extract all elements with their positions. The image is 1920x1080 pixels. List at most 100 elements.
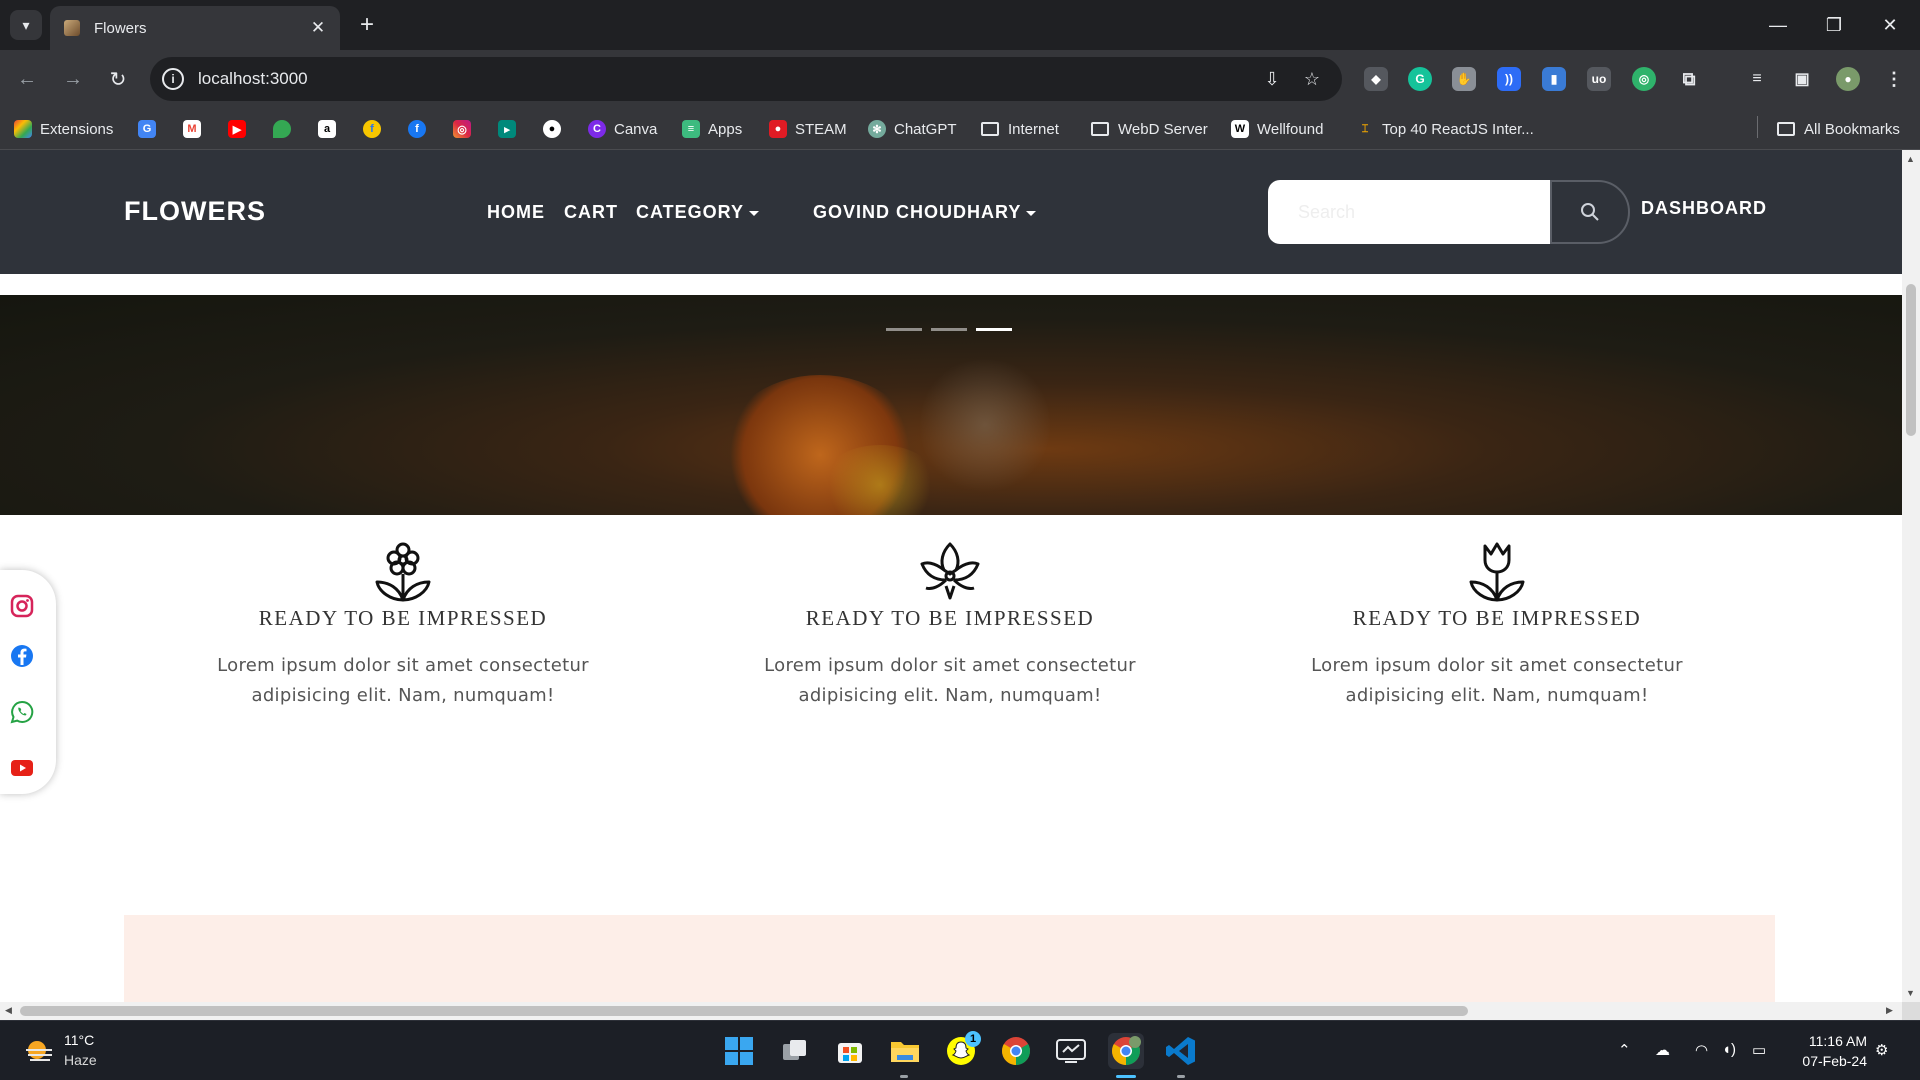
ublock-icon[interactable]: uo bbox=[1587, 67, 1611, 91]
carousel-indicator-2[interactable] bbox=[931, 328, 967, 331]
close-window-button[interactable]: ✕ bbox=[1862, 0, 1918, 50]
bookmark-folder-webd-server[interactable]: WebD Server bbox=[1091, 118, 1208, 140]
maps-icon bbox=[273, 120, 291, 138]
carousel-indicator-1[interactable] bbox=[886, 328, 922, 331]
horizontal-scrollbar[interactable]: ◀ ▶ bbox=[0, 1002, 1902, 1020]
flipkart-icon: f bbox=[363, 120, 381, 138]
file-explorer-icon[interactable] bbox=[887, 1033, 923, 1069]
media-controls-icon[interactable]: ≡ bbox=[1745, 67, 1769, 91]
scroll-left-icon[interactable]: ◀ bbox=[5, 1005, 12, 1016]
address-bar[interactable]: i localhost:3000 ⇩ ☆ bbox=[150, 57, 1342, 101]
search-button[interactable] bbox=[1550, 180, 1630, 244]
tab-search-button[interactable]: ▾ bbox=[10, 10, 42, 40]
url-text[interactable]: localhost:3000 bbox=[198, 69, 308, 89]
weather-haze-icon[interactable] bbox=[24, 1037, 54, 1065]
chrome-menu-icon[interactable]: ⋮ bbox=[1882, 67, 1906, 91]
bookmark-folder-internet[interactable]: Internet bbox=[981, 118, 1059, 140]
task-view-icon[interactable] bbox=[777, 1033, 813, 1069]
site-info-icon[interactable]: i bbox=[162, 68, 184, 90]
restore-button[interactable]: ❐ bbox=[1806, 0, 1862, 50]
chrome-icon[interactable] bbox=[998, 1033, 1034, 1069]
reload-button[interactable]: ↻ bbox=[103, 64, 133, 94]
bookmark-wellfound[interactable]: W Wellfound bbox=[1231, 118, 1323, 140]
bookmark-maps[interactable] bbox=[273, 118, 299, 140]
active-indicator bbox=[1116, 1075, 1136, 1078]
bookmark-youtube[interactable]: ▶ bbox=[228, 118, 254, 140]
bookmark-extensions[interactable]: Extensions bbox=[14, 118, 113, 140]
bookmark-star-icon[interactable]: ☆ bbox=[1300, 67, 1324, 91]
extensions-puzzle-icon[interactable]: ⧉ bbox=[1677, 67, 1701, 91]
bookmark-apps[interactable]: ≡ Apps bbox=[682, 118, 742, 140]
carousel-indicator-3[interactable] bbox=[976, 328, 1012, 331]
bookmark-gmail[interactable]: M bbox=[183, 118, 209, 140]
vertical-scrollbar[interactable]: ▲ ▼ bbox=[1902, 150, 1920, 1002]
nav-user-dropdown[interactable]: GOVIND CHOUDHARY bbox=[813, 202, 1037, 223]
bookmarks-divider bbox=[1757, 116, 1758, 138]
weather-condition[interactable]: Haze bbox=[64, 1052, 97, 1068]
bookmark-react-article[interactable]: ⌶ Top 40 ReactJS Inter... bbox=[1356, 118, 1534, 140]
minimize-button[interactable]: — bbox=[1750, 0, 1806, 50]
wifi-icon[interactable]: ◠ bbox=[1695, 1041, 1708, 1059]
site-brand[interactable]: FLOWERS bbox=[124, 196, 266, 227]
nav-dashboard-link[interactable]: DASHBOARD bbox=[1641, 198, 1767, 219]
close-tab-icon[interactable]: ✕ bbox=[308, 18, 328, 38]
nav-category-dropdown[interactable]: CATEGORY bbox=[636, 202, 760, 223]
bookmark-facebook[interactable]: f bbox=[408, 118, 434, 140]
nav-home-link[interactable]: HOME bbox=[487, 202, 545, 223]
bookmarks-bar: Extensions G M ▶ a f f ◎ ▸ ● C Canva ≡ App… bbox=[0, 108, 1920, 150]
search-input[interactable] bbox=[1268, 180, 1550, 244]
feature-text: Lorem ipsum dolor sit amet consectetur a… bbox=[1311, 655, 1683, 706]
profile-avatar[interactable]: ● bbox=[1836, 67, 1860, 91]
notification-bell-icon[interactable]: ⚙ bbox=[1875, 1041, 1888, 1059]
facebook-icon[interactable] bbox=[10, 644, 34, 668]
battery-icon[interactable]: ▭ bbox=[1752, 1041, 1766, 1059]
extension-hand-icon[interactable]: ✋ bbox=[1452, 67, 1476, 91]
brave-shield-icon[interactable]: ◆ bbox=[1364, 67, 1388, 91]
microsoft-store-icon[interactable] bbox=[832, 1033, 868, 1069]
instagram-icon: ◎ bbox=[453, 120, 471, 138]
remote-desktop-icon[interactable] bbox=[1053, 1033, 1089, 1069]
back-button[interactable]: ← bbox=[12, 64, 42, 94]
vertical-scroll-thumb[interactable] bbox=[1906, 284, 1916, 436]
bookmark-chatgpt[interactable]: ✻ ChatGPT bbox=[868, 118, 957, 140]
whatsapp-icon[interactable] bbox=[10, 700, 34, 724]
extension-circle-icon[interactable]: ◎ bbox=[1632, 67, 1656, 91]
bookmark-translate[interactable]: G bbox=[138, 118, 164, 140]
tab-flowers[interactable]: Flowers ✕ bbox=[50, 6, 340, 50]
system-clock[interactable]: 11:16 AM 07-Feb-24 bbox=[1795, 1031, 1867, 1071]
start-icon[interactable] bbox=[721, 1033, 757, 1069]
scroll-down-icon[interactable]: ▼ bbox=[1906, 988, 1915, 998]
flowers-favicon-icon bbox=[64, 20, 80, 36]
grammarly-icon[interactable]: G bbox=[1408, 67, 1432, 91]
bookmark-github[interactable]: ● bbox=[543, 118, 569, 140]
forward-button[interactable]: → bbox=[58, 64, 88, 94]
onedrive-icon[interactable]: ☁ bbox=[1655, 1041, 1670, 1059]
weather-temperature[interactable]: 11°C bbox=[64, 1032, 94, 1048]
chrome-profile-icon[interactable] bbox=[1108, 1033, 1144, 1069]
new-tab-button[interactable]: + bbox=[352, 10, 382, 40]
bookmark-meet[interactable]: ▸ bbox=[498, 118, 524, 140]
nav-cart-link[interactable]: CART bbox=[564, 202, 618, 223]
instagram-icon[interactable] bbox=[10, 594, 34, 618]
facebook-icon: f bbox=[408, 120, 426, 138]
youtube-icon[interactable] bbox=[10, 756, 34, 780]
snapchat-icon[interactable]: 1 bbox=[943, 1031, 981, 1069]
install-app-icon[interactable]: ⇩ bbox=[1260, 67, 1284, 91]
bookmark-amazon[interactable]: a bbox=[318, 118, 344, 140]
feature-text: Lorem ipsum dolor sit amet consectetur a… bbox=[217, 655, 589, 706]
bookmark-canva[interactable]: C Canva bbox=[588, 118, 657, 140]
vscode-icon[interactable] bbox=[1163, 1033, 1199, 1069]
scroll-right-icon[interactable]: ▶ bbox=[1886, 1005, 1893, 1016]
browser-toolbar: ← → ↻ i localhost:3000 ⇩ ☆ ◆ G ✋ )) ▮ uo… bbox=[0, 50, 1920, 108]
extension-doc-icon[interactable]: ▮ bbox=[1542, 67, 1566, 91]
bookmark-all-bookmarks[interactable]: All Bookmarks bbox=[1777, 118, 1900, 140]
bookmark-flipkart[interactable]: f bbox=[363, 118, 389, 140]
horizontal-scroll-thumb[interactable] bbox=[20, 1006, 1468, 1016]
show-hidden-icons-icon[interactable]: ⌃ bbox=[1618, 1041, 1631, 1059]
bookmark-instagram[interactable]: ◎ bbox=[453, 118, 479, 140]
scroll-up-icon[interactable]: ▲ bbox=[1906, 154, 1915, 164]
volume-icon[interactable]: ◖) bbox=[1722, 1041, 1736, 1058]
side-panel-icon[interactable]: ▣ bbox=[1790, 67, 1814, 91]
extension-audio-icon[interactable]: )) bbox=[1497, 67, 1521, 91]
bookmark-steam[interactable]: ● STEAM bbox=[769, 118, 847, 140]
